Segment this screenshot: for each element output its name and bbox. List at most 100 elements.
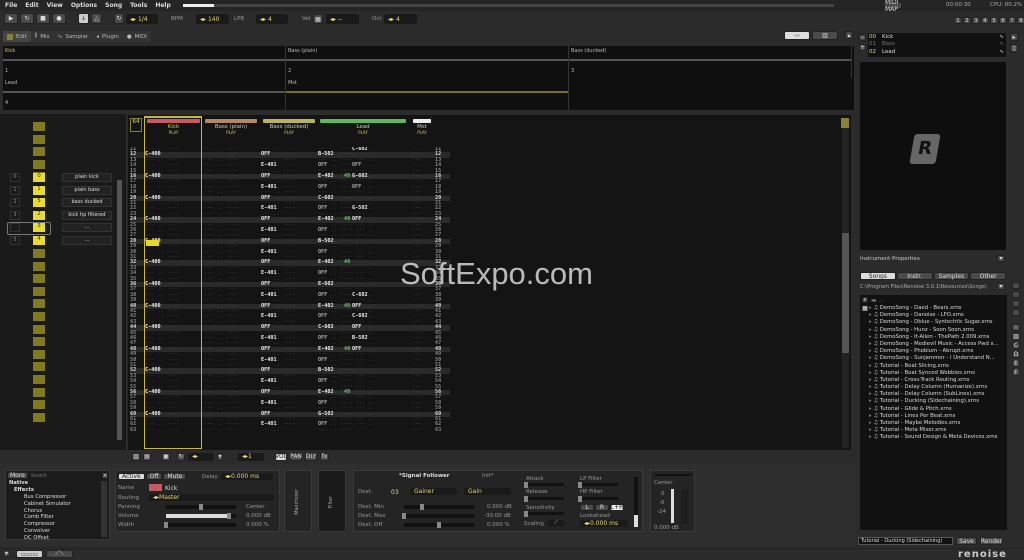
clear-search-icon[interactable]: × [102,472,108,479]
parent-folder-icon[interactable]: ▬ .. [871,297,882,304]
browser-tab-instr[interactable]: Instr. [896,272,933,280]
preset-button-2[interactable]: 2 [963,17,971,24]
post-pan-slider[interactable] [655,474,691,476]
dsp-tree-item[interactable]: Compressor [6,521,109,528]
instrument-item[interactable]: 00 Kick ∿ [868,33,1006,41]
dest-device-dropdown[interactable]: Gainer [410,488,457,495]
preset-button-5[interactable]: 5 [990,17,998,24]
browser-search-icon[interactable]: ⌕ [862,296,868,303]
off-button[interactable]: Off [145,473,163,480]
save-button[interactable]: Save [956,537,977,545]
maximizer-device[interactable]: Maximizer [284,470,312,532]
file-item[interactable]: ▸ ♫ Tutorial - Cross-Track Routing.xrns [869,377,1004,384]
lookahead-field[interactable]: ◂▸ 0.000 ms [580,520,628,527]
file-item[interactable]: ▸ ♫ Tutorial - Meta Mixer.xrns [869,427,1004,434]
preset-button-6[interactable]: 6 [999,17,1007,24]
drive-button[interactable]: E [1012,360,1020,367]
file-item[interactable]: ▸ ♫ Tutorial - Sound Design & Meta Devic… [869,434,1004,441]
scaling-curve-dropdown[interactable]: ⟋ [547,519,565,527]
dsp-tree-item[interactable]: DC Offset [6,535,109,542]
edit-step-pattern-field[interactable]: ◂▸ 1 [238,452,264,461]
song-name-field[interactable]: Tutorial - Ducking (Sidechaining) [858,537,953,545]
more-button[interactable]: More [7,472,28,479]
track-dsp-tab[interactable]: ▭▭▭ [16,550,43,558]
menu-view[interactable]: View [47,2,63,9]
file-item[interactable]: ▸ ♫ Tutorial - Lines Per Beat.xrns [869,413,1004,420]
stop-button[interactable]: ■ [36,13,50,24]
octave-field[interactable]: ◂▸ 4 [384,14,417,24]
preset-button-7[interactable]: 7 [1008,17,1016,24]
drive-button[interactable]: C [1012,342,1020,349]
browser-options-icon[interactable]: ▦ [862,305,868,312]
device-preset[interactable]: Init* [482,473,494,479]
sequence-section-name[interactable]: kick hp filtered [62,210,112,220]
width-slider[interactable] [164,522,236,528]
dest-max-slider[interactable] [402,513,474,519]
midi-map-button[interactable]: MIDI MAP [884,0,902,13]
browser-side-button[interactable] [1012,282,1020,289]
dsp-tree-item[interactable]: Native [6,480,109,487]
browser-path[interactable]: C:\Program Files\Renoise 3.0.1\Resources… [860,284,995,290]
dsp-tree-item[interactable]: Cabinet Simulator [6,501,109,508]
scope-view-button[interactable]: 〰 [784,31,810,40]
sensitivity-slider[interactable] [524,511,564,517]
sequence-section-name[interactable]: plain kick [62,173,112,182]
pattern-scrollbar[interactable] [842,118,849,448]
sequence-pattern[interactable]: 2 [33,210,45,220]
sequence-section-name[interactable]: plain bass [62,185,112,195]
instrument-editor-button[interactable]: ▯ [1010,44,1018,52]
preset-button-3[interactable]: 3 [972,17,980,24]
file-item[interactable]: ▸ ♫ DemoSong - It-Alien - ThePath 2.009.… [869,334,1004,341]
pattern-length[interactable]: 64 [130,118,142,132]
file-item[interactable]: ▸ ♫ Tutorial - Glide & Pitch.xrns [869,406,1004,413]
hp-filter-slider[interactable] [578,496,618,502]
file-item[interactable]: ▸ ♫ DemoSong - Hunz - Soon Soon.xrns [869,327,1004,334]
sequence-pattern[interactable]: 5 [33,198,45,208]
panning-column-toggle[interactable]: PAN [290,452,302,461]
block-size-dropdown[interactable]: ▾ [217,452,223,461]
mute-button[interactable]: Mute [163,473,187,480]
block-size-field[interactable]: ◂▸ [188,452,214,461]
drive-button[interactable]: F [1012,369,1020,376]
browser-tab-other[interactable]: Other [970,272,1006,280]
menu-file[interactable]: File [5,2,17,9]
track-color-swatch[interactable] [149,484,162,491]
toggle-scopes-button[interactable]: ▤ [143,452,151,461]
dsp-tree-item[interactable]: Comb Filter [6,514,109,521]
filter-device[interactable]: Filter [318,470,346,532]
instrument-item[interactable]: 02 Lead ∿ [868,48,1006,56]
favorites-icon[interactable]: ☆ [1012,324,1020,331]
file-item[interactable]: ▸ ♫ DemoSong - Medievil Music - Access P… [869,341,1004,348]
loop-button[interactable]: ↻ [20,13,34,24]
edit-step-field[interactable]: ◂▸ 1/4 [126,14,158,24]
dest-min-slider[interactable] [404,504,474,510]
volume-slider[interactable] [166,513,236,519]
tab-midi[interactable]: ● MIDI [123,31,151,42]
menu-edit[interactable]: Edit [25,2,38,9]
delay-field[interactable]: ◂▸ 0.000 ms [221,473,273,480]
panning-slider[interactable] [166,504,236,510]
add-instrument-button[interactable]: + [859,44,866,51]
file-item[interactable]: ▸ ♫ Tutorial - Delay Column (Humanize).x… [869,384,1004,391]
routing-dropdown[interactable]: ◂▸ Master [149,494,274,501]
track-scroll-button[interactable] [841,118,849,128]
loop-range-icon[interactable]: ↻ [177,452,185,461]
keyboard-velocity-icon[interactable]: ▦ [313,14,323,24]
post-volume-fader[interactable] [671,489,674,523]
tab-sampler[interactable]: ∿ Sampler [54,31,93,42]
attack-slider[interactable] [524,482,564,488]
velocity-field[interactable]: ◂▸ -- [326,14,359,24]
dsp-tree-item[interactable]: Effects [6,487,109,494]
bpm-field[interactable]: ◂▸ 140 [196,14,229,24]
dsp-tree-item[interactable]: Bus Compressor [6,494,109,501]
track-header[interactable]: Bass (ducked) PLAY [261,119,317,147]
record-button[interactable]: ● [52,13,66,24]
automation-tab[interactable]: ⟋⟍ [46,550,73,558]
file-item[interactable]: ▸ ♫ DemoSong - Danoise - LFO.xrns [869,312,1004,319]
library-icon[interactable]: ▥ [1012,333,1020,340]
file-item[interactable]: ▸ ♫ DemoSong - Dblue - Syntechtic Sugar.… [869,319,1004,326]
file-item[interactable]: ▸ ♫ Tutorial - Beat Synced Wobbles.xrns [869,370,1004,377]
track-header[interactable]: Mst PLAY [411,119,433,147]
play-button[interactable]: ▶ [4,13,18,24]
volume-column-toggle[interactable]: VOL [275,452,287,461]
